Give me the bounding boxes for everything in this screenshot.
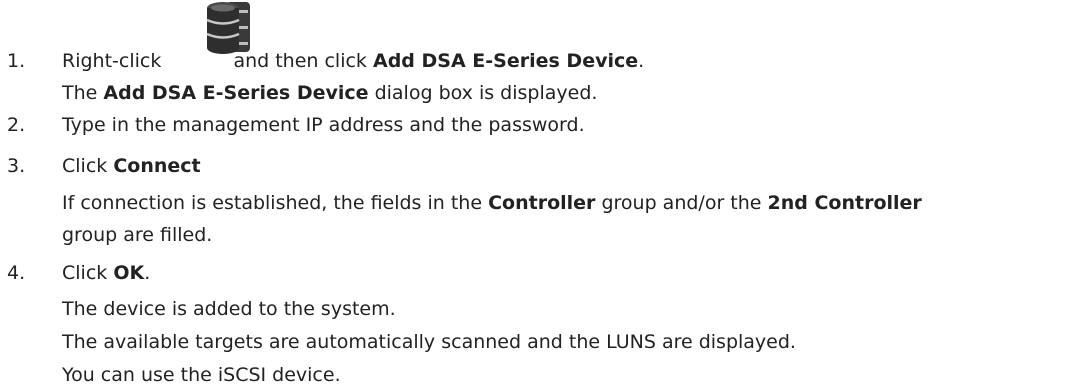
instruction-text: Click	[62, 262, 108, 284]
step-4-line-1: Click OK.	[62, 262, 150, 284]
step-2-line-1: Type in the management IP address and th…	[62, 114, 585, 136]
step-3-line-1: Click Connect	[62, 155, 201, 177]
step-number: 2.	[7, 114, 26, 136]
instruction-text: The device is added to the system.	[62, 298, 396, 320]
instruction-text: Right-click	[62, 50, 162, 72]
instruction-text: Click	[62, 155, 108, 177]
step-4-line-3: The available targets are automatically …	[62, 331, 796, 353]
punctuation: .	[638, 50, 645, 72]
instruction-text: dialog box is displayed.	[374, 82, 598, 104]
step-number: 1.	[7, 50, 26, 72]
instruction-text: You can use the iSCSI device.	[62, 364, 341, 386]
instruction-text: Type in the management IP address and th…	[62, 114, 585, 136]
instruction-text: group and/or the	[601, 192, 762, 214]
step-4-line-4: You can use the iSCSI device.	[62, 364, 341, 386]
storage-drives-icon	[206, 2, 250, 54]
instruction-text: If connection is established, the fields…	[62, 192, 483, 214]
step-number: 3.	[7, 155, 26, 177]
button-name-label: OK	[113, 262, 145, 284]
instruction-text: The	[62, 82, 98, 104]
group-name-label: Controller	[488, 192, 596, 214]
instruction-text: The available targets are automatically …	[62, 331, 796, 353]
instruction-text: group are filled.	[62, 224, 213, 246]
menu-command-label: Add DSA E-Series Device	[373, 50, 639, 72]
step-number: 4.	[7, 262, 26, 284]
step-1-line-2: The Add DSA E-Series Device dialog box i…	[62, 82, 597, 104]
step-3-line-2: If connection is established, the fields…	[62, 192, 922, 214]
punctuation: .	[144, 262, 151, 284]
dialog-name-label: Add DSA E-Series Device	[103, 82, 369, 104]
step-4-line-2: The device is added to the system.	[62, 298, 396, 320]
step-1-line-1: Right-click and then click Add DSA E-Ser…	[62, 50, 644, 72]
instruction-text: and then click	[233, 50, 367, 72]
group-name-label: 2nd Controller	[767, 192, 922, 214]
step-3-line-3: group are filled.	[62, 224, 212, 246]
button-name-label: Connect	[113, 155, 201, 177]
